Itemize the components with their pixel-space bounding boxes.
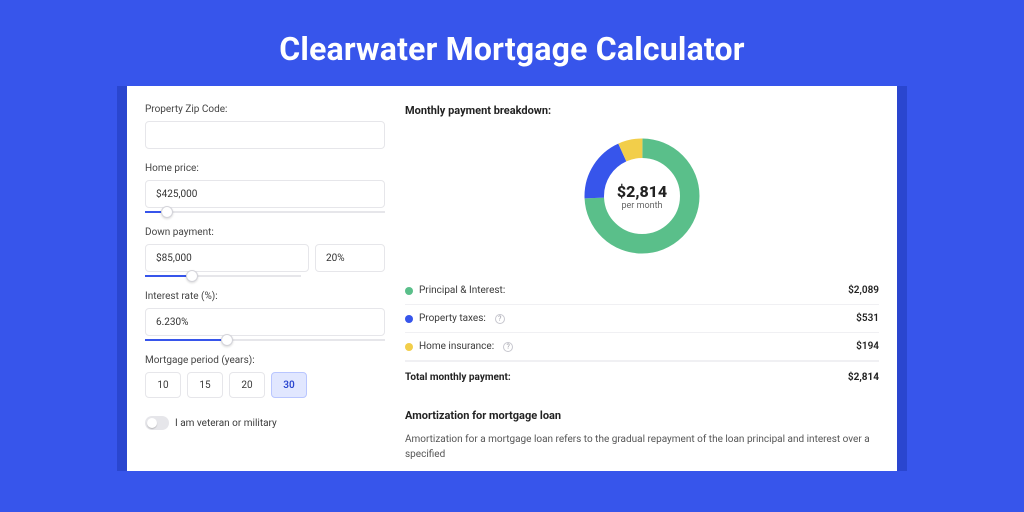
help-icon[interactable]: ?: [495, 314, 505, 324]
veteran-row: I am veteran or military: [145, 416, 385, 430]
calculator-panel: Property Zip Code: Home price: Down paym…: [127, 86, 897, 471]
legend-row-taxes: Property taxes: ? $531: [405, 305, 879, 333]
rate-label: Interest rate (%):: [145, 291, 385, 302]
breakdown-heading: Monthly payment breakdown:: [405, 104, 879, 117]
inputs-column: Property Zip Code: Home price: Down paym…: [145, 104, 385, 471]
down-amount-input[interactable]: [145, 244, 309, 272]
panel-backdrop: Property Zip Code: Home price: Down paym…: [117, 86, 907, 471]
down-slider[interactable]: [145, 275, 301, 277]
down-slider-fill: [145, 275, 192, 277]
dot-icon: [405, 315, 413, 323]
legend-value: $194: [856, 341, 879, 352]
rate-input[interactable]: [145, 308, 385, 336]
legend-row-insurance: Home insurance: ? $194: [405, 333, 879, 361]
donut-center: $2,814 per month: [579, 133, 705, 259]
dot-icon: [405, 343, 413, 351]
down-slider-thumb[interactable]: [186, 270, 198, 282]
legend-label: Property taxes:: [419, 313, 486, 324]
veteran-label: I am veteran or military: [175, 418, 277, 429]
veteran-toggle[interactable]: [145, 416, 169, 430]
price-slider[interactable]: [145, 211, 385, 213]
results-column: Monthly payment breakdown: $2,814 per mo…: [405, 104, 879, 471]
legend-value: $2,089: [848, 285, 879, 296]
down-label: Down payment:: [145, 227, 385, 238]
dot-icon: [405, 287, 413, 295]
donut-chart: $2,814 per month: [405, 125, 879, 271]
period-btn-20[interactable]: 20: [229, 372, 265, 398]
total-label: Total monthly payment:: [405, 372, 511, 383]
down-percent-input[interactable]: [315, 244, 385, 272]
amortization-section: Amortization for mortgage loan Amortizat…: [405, 409, 879, 462]
legend-label: Principal & Interest:: [419, 285, 505, 296]
total-row: Total monthly payment: $2,814: [405, 361, 879, 395]
legend-row-principal: Principal & Interest: $2,089: [405, 277, 879, 305]
legend-label: Home insurance:: [419, 341, 494, 352]
period-btn-15[interactable]: 15: [187, 372, 223, 398]
rate-slider-fill: [145, 339, 227, 341]
price-label: Home price:: [145, 163, 385, 174]
period-btn-30[interactable]: 30: [271, 372, 307, 398]
rate-slider[interactable]: [145, 339, 385, 341]
period-btn-10[interactable]: 10: [145, 372, 181, 398]
zip-input[interactable]: [145, 121, 385, 149]
rate-slider-thumb[interactable]: [221, 334, 233, 346]
price-input[interactable]: [145, 180, 385, 208]
veteran-toggle-knob: [147, 418, 157, 428]
total-value: $2,814: [848, 372, 879, 383]
donut-sub: per month: [621, 201, 662, 211]
price-slider-thumb[interactable]: [161, 206, 173, 218]
amortization-heading: Amortization for mortgage loan: [405, 409, 879, 422]
amortization-text: Amortization for a mortgage loan refers …: [405, 432, 879, 462]
donut-amount: $2,814: [617, 182, 667, 201]
help-icon[interactable]: ?: [503, 342, 513, 352]
zip-label: Property Zip Code:: [145, 104, 385, 115]
period-row: 10 15 20 30: [145, 372, 385, 398]
legend: Principal & Interest: $2,089 Property ta…: [405, 277, 879, 395]
period-label: Mortgage period (years):: [145, 355, 385, 366]
legend-value: $531: [856, 313, 879, 324]
page-title: Clearwater Mortgage Calculator: [0, 0, 1024, 86]
